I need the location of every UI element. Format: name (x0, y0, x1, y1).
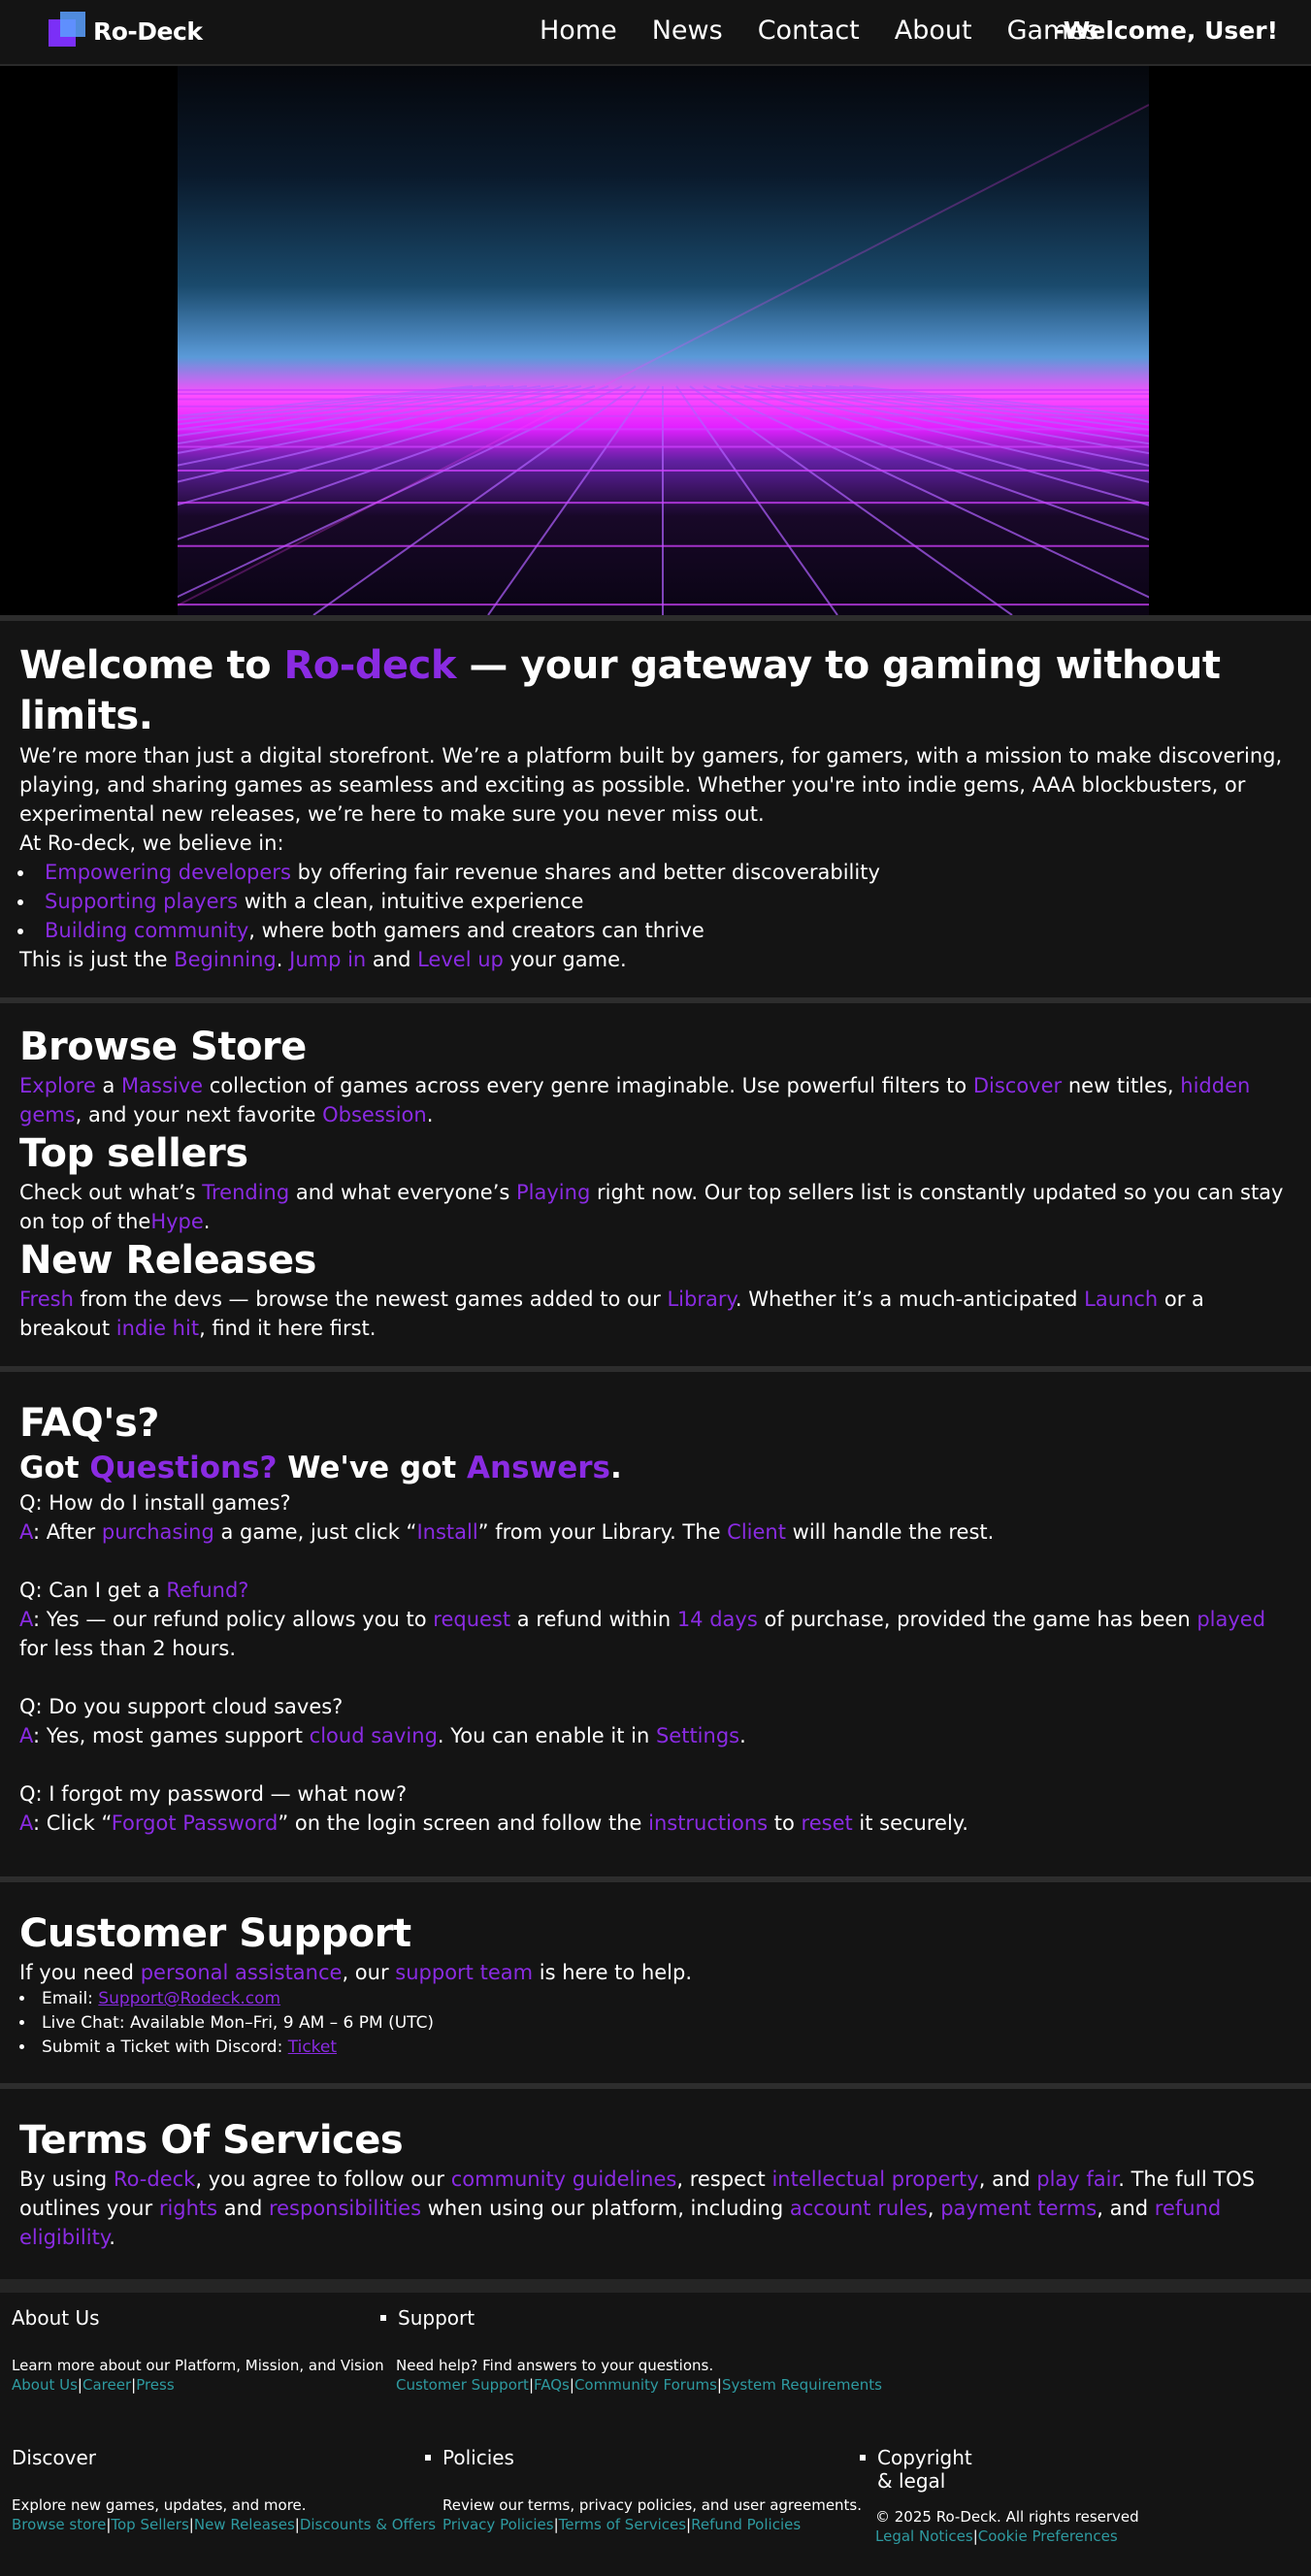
footer-discover-title: Discover (12, 2446, 96, 2469)
faq-answer-1: A: After purchasing a game, just click “… (19, 1520, 995, 1544)
list-item: Live Chat: Available Mon–Fri, 9 AM – 6 P… (19, 2011, 1292, 2036)
footer-discover-links: Browse store|Top Sellers|New Releases|Di… (12, 2516, 437, 2533)
faq-question-2: Q: Can I get a Refund? (19, 1579, 249, 1602)
intro-section: Welcome to Ro-deck — your gateway to gam… (0, 615, 1311, 997)
top-sellers-paragraph: Check out what’s Trending and what every… (19, 1181, 1284, 1233)
footer-policies: Policies Review our terms, privacy polic… (425, 2446, 881, 2533)
bullet-icon (425, 2455, 431, 2461)
nav-link-about[interactable]: About (895, 16, 972, 46)
new-releases-paragraph: Fresh from the devs — browse the newest … (19, 1288, 1204, 1340)
bullet-icon (860, 2455, 866, 2461)
faq-subtitle: Got Questions? We've got Answers. (19, 1451, 622, 1485)
faq-answer-2: A: Yes — our refund policy allows you to… (19, 1608, 1266, 1660)
footer-about: About Us Learn more about our Platform, … (12, 2306, 390, 2394)
footer-link[interactable]: Press (136, 2376, 174, 2394)
faq-title: FAQ's? (19, 1401, 159, 1446)
site-footer: About Us Learn more about our Platform, … (0, 2279, 1311, 2576)
footer-link[interactable]: System Requirements (722, 2376, 882, 2394)
browse-title: Browse Store (19, 1025, 307, 1069)
footer-link[interactable]: Cookie Preferences (978, 2527, 1118, 2545)
footer-link[interactable]: Legal Notices (875, 2527, 973, 2545)
intro-believe: At Ro-deck, we believe in: (19, 831, 284, 855)
faq-question-1: Q: How do I install games? (19, 1491, 291, 1515)
new-releases-title: New Releases (19, 1238, 317, 1283)
footer-copyright-desc: © 2025 Ro-Deck. All rights reserved (875, 2508, 1139, 2526)
footer-link[interactable]: Customer Support (396, 2376, 529, 2394)
footer-discover-desc: Explore new games, updates, and more. (12, 2496, 307, 2514)
logo-text: Ro-Deck (93, 16, 203, 46)
nav-link-contact[interactable]: Contact (758, 16, 860, 46)
faq-question-3: Q: Do you support cloud saves? (19, 1695, 344, 1718)
faq-question-4: Q: I forgot my password — what now? (19, 1782, 408, 1806)
browse-paragraph: Explore a Massive collection of games ac… (19, 1074, 1251, 1126)
faq-answer-3: A: Yes, most games support cloud saving.… (19, 1724, 746, 1747)
footer-discover: Discover Explore new games, updates, and… (12, 2446, 439, 2533)
bullet-icon (380, 2315, 386, 2321)
nav-links: Home News Contact About Games (540, 16, 1133, 46)
intro-paragraph: We’re more than just a digital storefron… (19, 744, 1283, 826)
welcome-user: -Welcome, User! (1054, 16, 1278, 45)
footer-about-title: About Us (12, 2306, 100, 2330)
support-section: Customer Support If you need personal as… (0, 1876, 1311, 2083)
browse-section: Browse Store Explore a Massive collectio… (0, 997, 1311, 1366)
faq-answer-4: A: Click “Forgot Password” on the login … (19, 1811, 968, 1835)
footer-copyright-title: Copyright & legal (860, 2446, 1151, 2493)
footer-support-title: Support (380, 2306, 924, 2330)
nav-link-news[interactable]: News (652, 16, 723, 46)
footer-link[interactable]: Privacy Policies (442, 2516, 554, 2533)
list-item: Supporting players with a clean, intuiti… (17, 887, 1292, 916)
nav-link-home[interactable]: Home (540, 16, 617, 46)
footer-policies-desc: Review our terms, privacy policies, and … (442, 2496, 863, 2514)
footer-link[interactable]: Browse store (12, 2516, 106, 2533)
support-email-link[interactable]: Support@Rodeck.com (98, 1989, 280, 2008)
footer-link[interactable]: Refund Policies (691, 2516, 801, 2533)
tos-paragraph: By using Ro-deck, you agree to follow ou… (19, 2168, 1256, 2249)
footer-policies-title: Policies (425, 2446, 881, 2469)
belief-list: Empowering developers by offering fair r… (17, 858, 1292, 945)
support-contact-list: Email: Support@Rodeck.com Live Chat: Ava… (19, 1987, 1292, 2060)
site-logo[interactable]: Ro-Deck (49, 12, 203, 50)
faq-section: FAQ's? Got Questions? We've got Answers.… (0, 1366, 1311, 1876)
footer-link[interactable]: Terms of Services (559, 2516, 686, 2533)
footer-support-desc: Need help? Find answers to your question… (396, 2357, 714, 2374)
footer-support: Support Need help? Find answers to your … (380, 2306, 924, 2394)
footer-support-links: Customer Support|FAQs|Community Forums|S… (396, 2376, 882, 2394)
footer-link[interactable]: Top Sellers (111, 2516, 188, 2533)
footer-link[interactable]: New Releases (194, 2516, 295, 2533)
logo-icon (49, 12, 87, 50)
list-item: Submit a Ticket with Discord: Ticket (19, 2036, 1292, 2060)
footer-link[interactable]: FAQs (534, 2376, 570, 2394)
footer-about-links: About Us|Career|Press (12, 2376, 175, 2394)
list-item: Empowering developers by offering fair r… (17, 858, 1292, 887)
support-title: Customer Support (19, 1911, 411, 1956)
discord-ticket-link[interactable]: Ticket (288, 2038, 337, 2057)
intro-closing: This is just the Beginning. Jump in and … (19, 948, 627, 971)
footer-copyright: Copyright & legal © 2025 Ro-Deck. All rig… (860, 2446, 1151, 2545)
footer-link[interactable]: Community Forums (574, 2376, 717, 2394)
footer-policies-links: Privacy Policies|Terms of Services|Refun… (442, 2516, 802, 2533)
hero-banner (0, 66, 1311, 615)
footer-link[interactable]: About Us (12, 2376, 78, 2394)
list-item: Building community, where both gamers an… (17, 916, 1292, 945)
list-item: Email: Support@Rodeck.com (19, 1987, 1292, 2011)
footer-legal-links: Legal Notices|Cookie Preferences (875, 2527, 1118, 2545)
hero-image (178, 66, 1149, 615)
support-paragraph: If you need personal assistance, our sup… (19, 1961, 693, 1984)
tos-section: Terms Of Services By using Ro-deck, you … (0, 2083, 1311, 2279)
footer-link[interactable]: Discounts & Offers (300, 2516, 436, 2533)
brand-name: Ro-deck (283, 643, 457, 688)
intro-title: Welcome to Ro-deck — your gateway to gam… (19, 643, 1221, 738)
footer-about-desc: Learn more about our Platform, Mission, … (12, 2357, 384, 2374)
top-navbar: Ro-Deck Home News Contact About Games -W… (0, 0, 1311, 66)
top-sellers-title: Top sellers (19, 1131, 248, 1176)
tos-title: Terms Of Services (19, 2118, 404, 2163)
footer-link[interactable]: Career (82, 2376, 131, 2394)
